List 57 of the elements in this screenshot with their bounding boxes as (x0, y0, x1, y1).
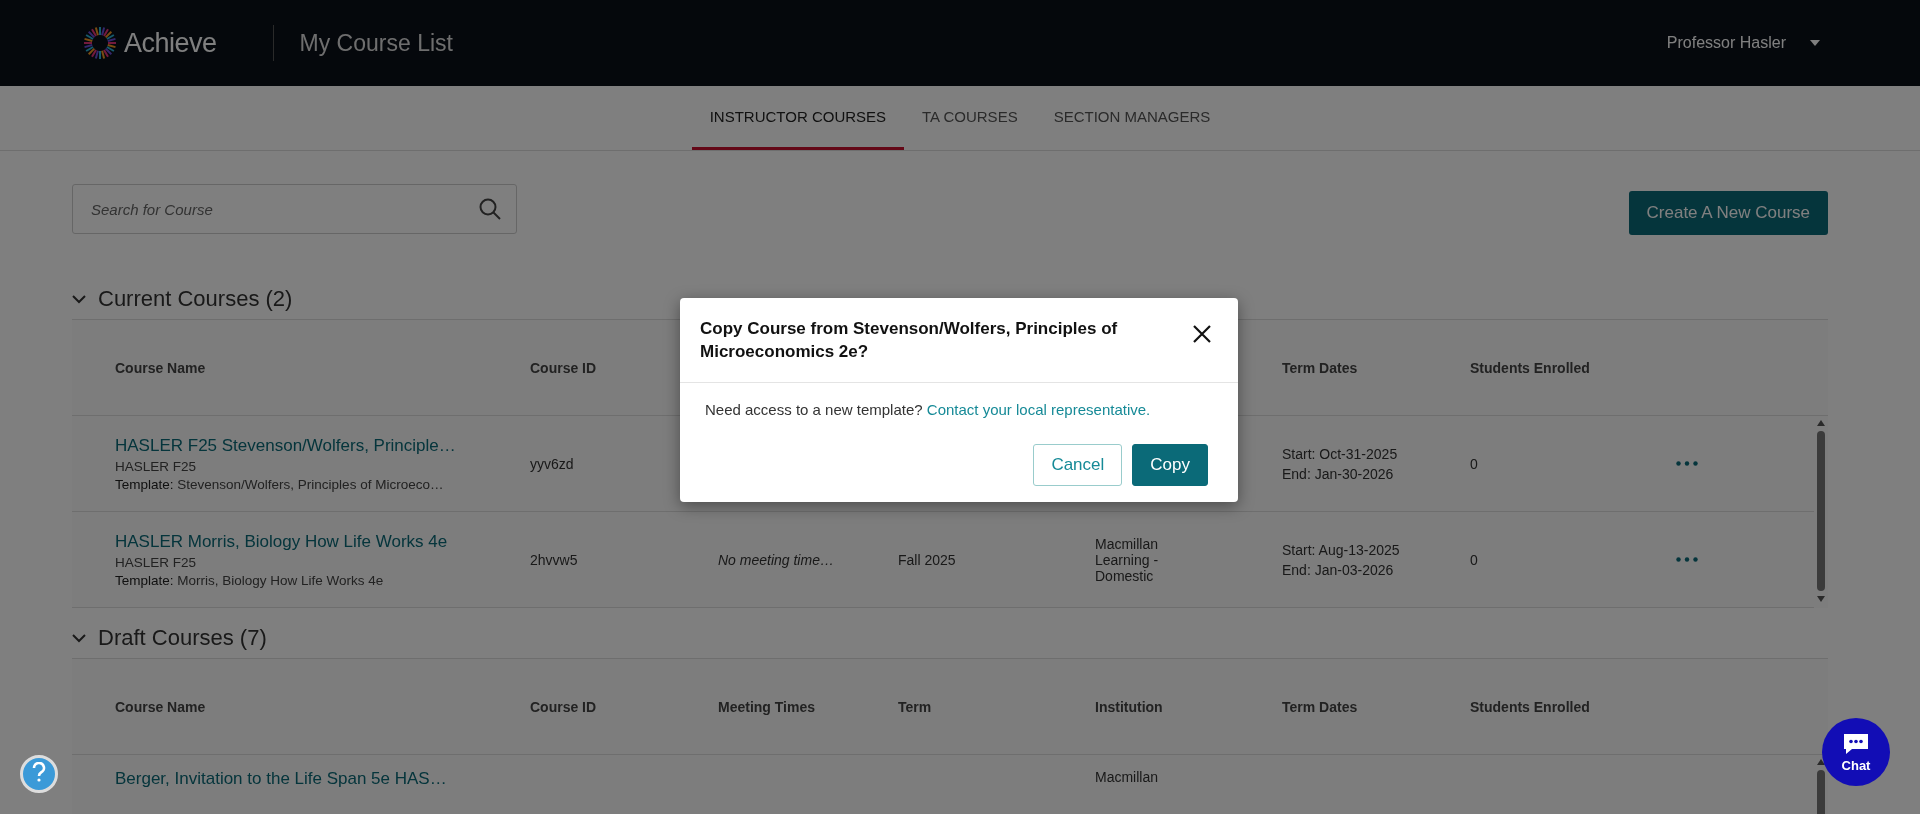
caret-icon (1810, 40, 1820, 46)
course-link[interactable]: HASLER Morris, Biology How Life Works 4e (115, 531, 530, 552)
chat-bubble-icon (1842, 731, 1870, 756)
column-header: Term Dates (1282, 359, 1359, 376)
students-enrolled: 0 (1470, 455, 1479, 472)
column-header: Meeting Times (718, 698, 816, 715)
column-header: Students Enrolled (1470, 698, 1591, 715)
term-date: Start: Aug-13-2025 (1282, 541, 1401, 558)
course-link[interactable]: Berger, Invitation to the Life Span 5e HAS… (115, 769, 530, 789)
course-id: 2hvvw5 (530, 551, 579, 568)
chat-button[interactable]: Chat (1822, 718, 1890, 786)
section-title: Draft Courses (7) (98, 625, 267, 651)
more-icon (1676, 461, 1698, 466)
tab[interactable]: INSTRUCTOR COURSES (691, 86, 905, 150)
course-id: yyv6zd (530, 455, 575, 472)
cancel-button[interactable]: Cancel (1033, 443, 1123, 486)
column-header: Term Dates (1282, 698, 1359, 715)
course-link[interactable]: HASLER F25 Stevenson/Wolfers, Principle… (115, 435, 530, 456)
course-template: Template: Morris, Biology How Life Works 4e (115, 572, 385, 588)
more-icon (1676, 557, 1698, 562)
column-header: Term (898, 698, 933, 715)
institution: Macmillan (1095, 769, 1159, 785)
column-header: Course Name (115, 359, 207, 376)
course-template: Template: Stevenson/Wolfers, Principles of Microeco… (115, 476, 445, 492)
column-header: Students Enrolled (1470, 359, 1591, 376)
term-date: End: Jan-30-2026 (1282, 465, 1395, 482)
section-title: Current Courses (2) (98, 286, 293, 312)
close-icon (1192, 324, 1212, 344)
column-header: Course ID (530, 698, 598, 715)
course-section: HASLER F25 (115, 554, 530, 570)
tab[interactable]: TA COURSES (904, 86, 1036, 150)
help-icon (32, 761, 46, 782)
page-title: My Course List (299, 29, 453, 57)
institution: Macmillan Learning - Domestic (1095, 535, 1160, 584)
chevron-icon[interactable] (72, 294, 86, 304)
dialog-title: Copy Course from Stevenson/Wolfers, Principles of Microeconomics 2e? (700, 318, 1119, 363)
students-enrolled: 0 (1470, 551, 1479, 568)
logo-icon (82, 25, 118, 61)
course-section: HASLER F25 (115, 458, 530, 474)
tab[interactable]: SECTION MANAGERS (1035, 86, 1229, 150)
column-header: Course ID (530, 359, 598, 376)
chevron-icon[interactable] (72, 633, 86, 643)
contact-link[interactable]: Contact your local representative. (926, 400, 1151, 418)
term-date: Start: Oct-31-2025 (1282, 445, 1399, 462)
meeting-times: No meeting time… (718, 551, 835, 568)
term: Fall 2025 (898, 551, 957, 568)
search-icon[interactable] (479, 198, 501, 220)
dialog-message: Need access to a new template? Contact your local representative. (704, 399, 1152, 418)
help-button[interactable] (20, 755, 58, 793)
create-course-button[interactable]: Create A New Course (1628, 191, 1828, 235)
copy-button[interactable]: Copy (1132, 443, 1208, 486)
search-field[interactable]: Search for Course (72, 184, 517, 234)
column-header: Course Name (115, 698, 207, 715)
user-menu[interactable]: Professor Hasler (1666, 34, 1820, 52)
term-date: End: Jan-03-2026 (1282, 561, 1395, 578)
logo[interactable]: Achieve (124, 27, 217, 59)
column-header: Institution (1095, 698, 1164, 715)
